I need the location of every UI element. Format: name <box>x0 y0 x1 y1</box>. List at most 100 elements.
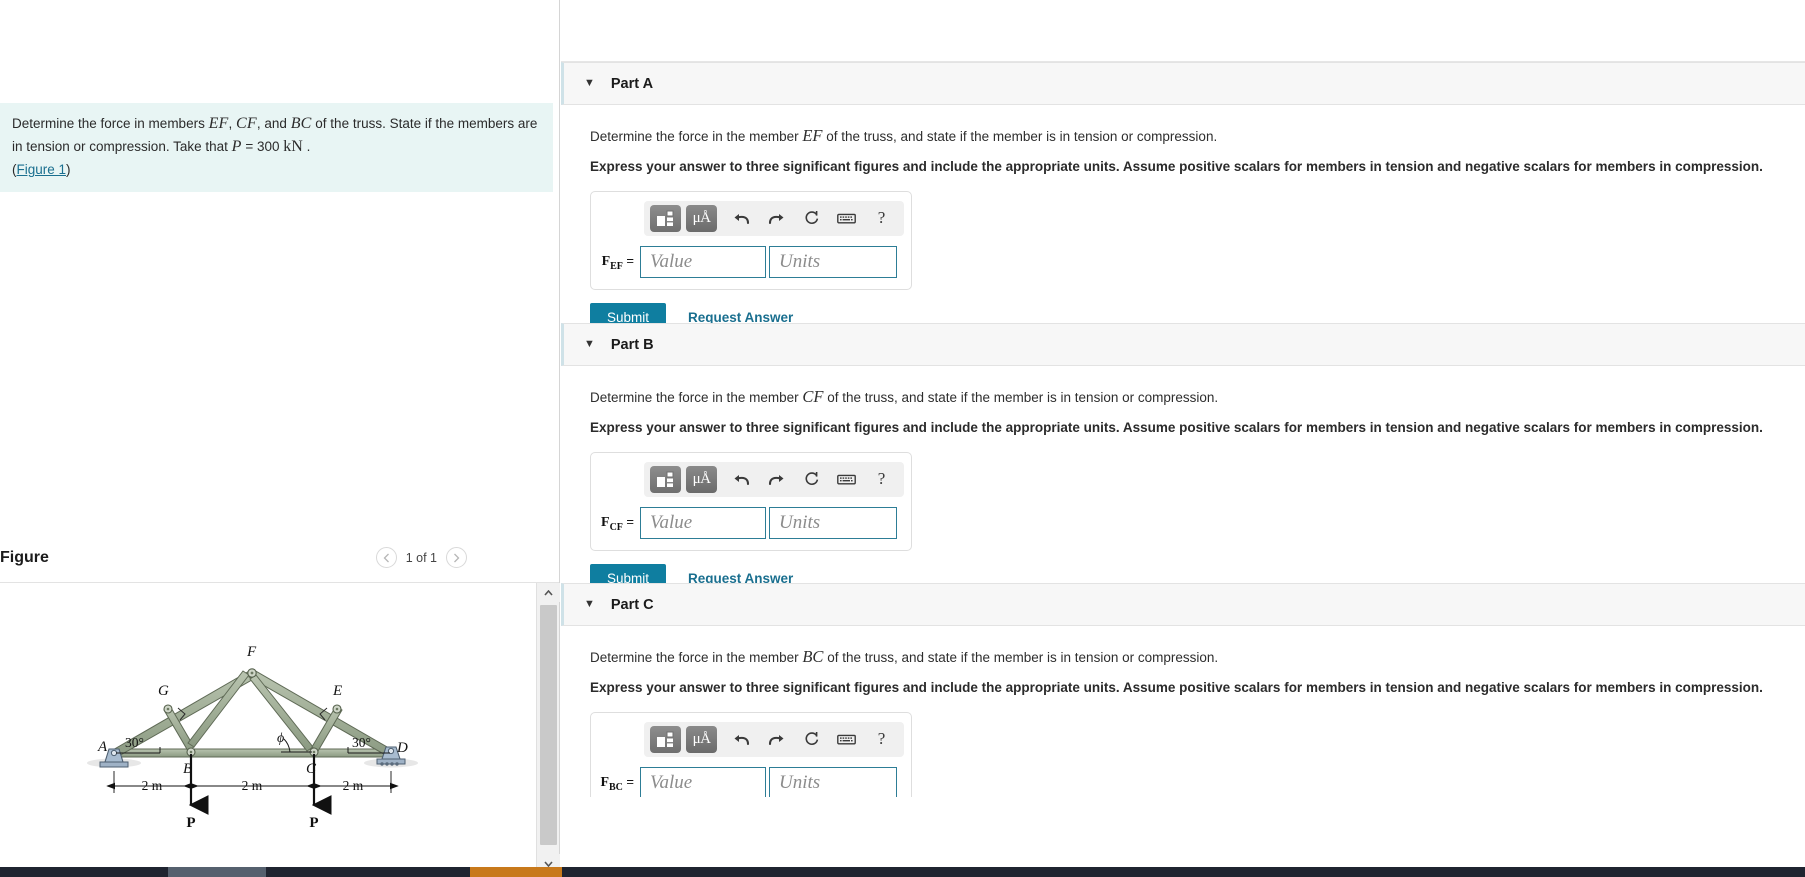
keyboard-glyph <box>837 474 856 485</box>
units-icon-label: μÅ <box>692 730 711 747</box>
taskbar <box>0 867 1805 877</box>
redo-icon[interactable] <box>760 726 793 753</box>
part-c-symbol: FBC = <box>600 774 640 793</box>
label-a: A <box>97 739 108 755</box>
part-a-body: Determine the force in the member EF of … <box>561 125 1805 332</box>
part-a-value-input[interactable]: Value <box>640 245 766 278</box>
redo-glyph <box>768 474 784 486</box>
part-c-value-input[interactable]: Value <box>640 766 766 797</box>
redo-glyph <box>768 213 784 225</box>
problem-text-1: Determine the force in members <box>12 116 209 131</box>
micro-angstrom-units-icon[interactable]: μÅ <box>686 725 717 753</box>
figure-next-button[interactable] <box>446 547 467 568</box>
label-b: B <box>183 761 192 777</box>
part-b-question-prefix: Determine the force in the member <box>590 390 803 405</box>
label-dim-1: 2 m <box>142 778 163 793</box>
chevron-down-icon <box>544 860 553 867</box>
undo-icon[interactable] <box>725 466 758 493</box>
part-c-card-clip: μÅ ? FBC = Value Units <box>567 697 1805 797</box>
taskbar-item-2[interactable] <box>470 867 562 877</box>
micro-angstrom-units-icon[interactable]: μÅ <box>686 465 717 493</box>
part-b-units-input[interactable]: Units <box>769 506 897 539</box>
part-b-symbol: FCF = <box>600 514 640 533</box>
caret-down-icon[interactable]: ▼ <box>584 339 595 350</box>
math-template-icon[interactable] <box>650 725 681 753</box>
problem-statement: Determine the force in members EF, CF, a… <box>0 103 553 192</box>
part-a-symbol-base: F <box>601 253 611 269</box>
part-b-answer-row: FCF = Value Units <box>600 506 902 539</box>
part-c-equals: = <box>626 773 634 789</box>
reset-icon[interactable] <box>795 466 828 493</box>
part-b-symbol-base: F <box>601 514 610 530</box>
caret-down-icon[interactable]: ▼ <box>584 78 595 89</box>
right-top-band <box>561 0 1805 62</box>
redo-icon[interactable] <box>760 466 793 493</box>
part-c-toolbar: μÅ ? <box>644 721 904 757</box>
redo-icon[interactable] <box>760 205 793 232</box>
chevron-left-icon <box>383 553 389 562</box>
member-cf-label: CF <box>236 115 257 132</box>
help-icon[interactable]: ? <box>865 726 898 753</box>
caret-down-icon[interactable]: ▼ <box>584 599 595 610</box>
help-icon[interactable]: ? <box>865 205 898 232</box>
micro-angstrom-units-icon[interactable]: μÅ <box>686 204 717 232</box>
undo-icon[interactable] <box>725 205 758 232</box>
part-b-value-input[interactable]: Value <box>640 506 766 539</box>
reset-icon[interactable] <box>795 205 828 232</box>
part-c-label: Part C <box>610 596 654 613</box>
problem-sep-2: , and <box>256 116 291 131</box>
undo-glyph <box>734 213 750 225</box>
part-a-header[interactable]: ▼ Part A <box>561 62 1805 105</box>
reset-glyph <box>805 732 818 746</box>
member-ef-label: EF <box>208 115 229 132</box>
keyboard-icon[interactable] <box>830 466 863 493</box>
part-b-block: ▼ Part B Determine the force in the memb… <box>561 323 1805 593</box>
chevron-right-icon <box>454 553 460 562</box>
units-icon-label: μÅ <box>692 209 711 226</box>
part-c-block: ▼ Part C Determine the force in the memb… <box>561 583 1805 797</box>
part-b-instruction: Express your answer to three significant… <box>590 420 1763 436</box>
part-a-answer-row: FEF = Value Units <box>600 245 902 278</box>
label-dim-2: 2 m <box>242 778 263 793</box>
figure-title: Figure <box>0 549 49 566</box>
label-angle-left: 30° <box>125 735 144 750</box>
math-template-glyph <box>657 731 674 747</box>
member-bc-label: BC <box>290 115 312 132</box>
scroll-up-button[interactable] <box>537 583 560 602</box>
label-c: C <box>306 761 317 777</box>
label-angle-right: 30° <box>352 735 371 750</box>
label-d: D <box>396 740 408 756</box>
part-a-symbol-sub: EF <box>610 260 623 272</box>
reset-glyph <box>805 472 818 486</box>
redo-glyph <box>768 734 784 746</box>
keyboard-icon[interactable] <box>830 205 863 232</box>
undo-glyph <box>734 734 750 746</box>
part-c-symbol-base: F <box>600 774 609 790</box>
part-c-instruction: Express your answer to three significant… <box>590 680 1763 696</box>
math-template-icon[interactable] <box>650 204 681 232</box>
part-a-instruction: Express your answer to three significant… <box>590 159 1763 175</box>
right-panel: ▼ Part A Determine the force in the memb… <box>561 0 1805 877</box>
figure-1-link[interactable]: Figure 1 <box>17 160 67 179</box>
hw-page: Determine the force in members EF, CF, a… <box>0 0 1805 877</box>
part-c-header[interactable]: ▼ Part C <box>561 583 1805 626</box>
figure-scrollbar[interactable] <box>536 583 560 873</box>
load-p-period: . <box>302 138 311 154</box>
undo-glyph <box>734 474 750 486</box>
help-icon[interactable]: ? <box>865 466 898 493</box>
part-c-question: Determine the force in the member BC of … <box>590 646 1805 667</box>
figure-page-indicator: 1 of 1 <box>405 550 437 565</box>
part-c-units-input[interactable]: Units <box>769 766 897 797</box>
reset-icon[interactable] <box>795 726 828 753</box>
undo-icon[interactable] <box>725 726 758 753</box>
chevron-up-icon <box>544 589 553 596</box>
scrollbar-thumb[interactable] <box>540 605 557 845</box>
math-template-icon[interactable] <box>650 465 681 493</box>
part-b-header[interactable]: ▼ Part B <box>561 323 1805 366</box>
keyboard-icon[interactable] <box>830 726 863 753</box>
taskbar-item-1[interactable] <box>168 867 266 877</box>
part-a-units-input[interactable]: Units <box>769 245 897 278</box>
figure-prev-button[interactable] <box>375 547 397 568</box>
part-a-label: Part A <box>610 75 654 92</box>
part-a-answer-card: μÅ ? FEF = Value Units <box>590 190 912 290</box>
